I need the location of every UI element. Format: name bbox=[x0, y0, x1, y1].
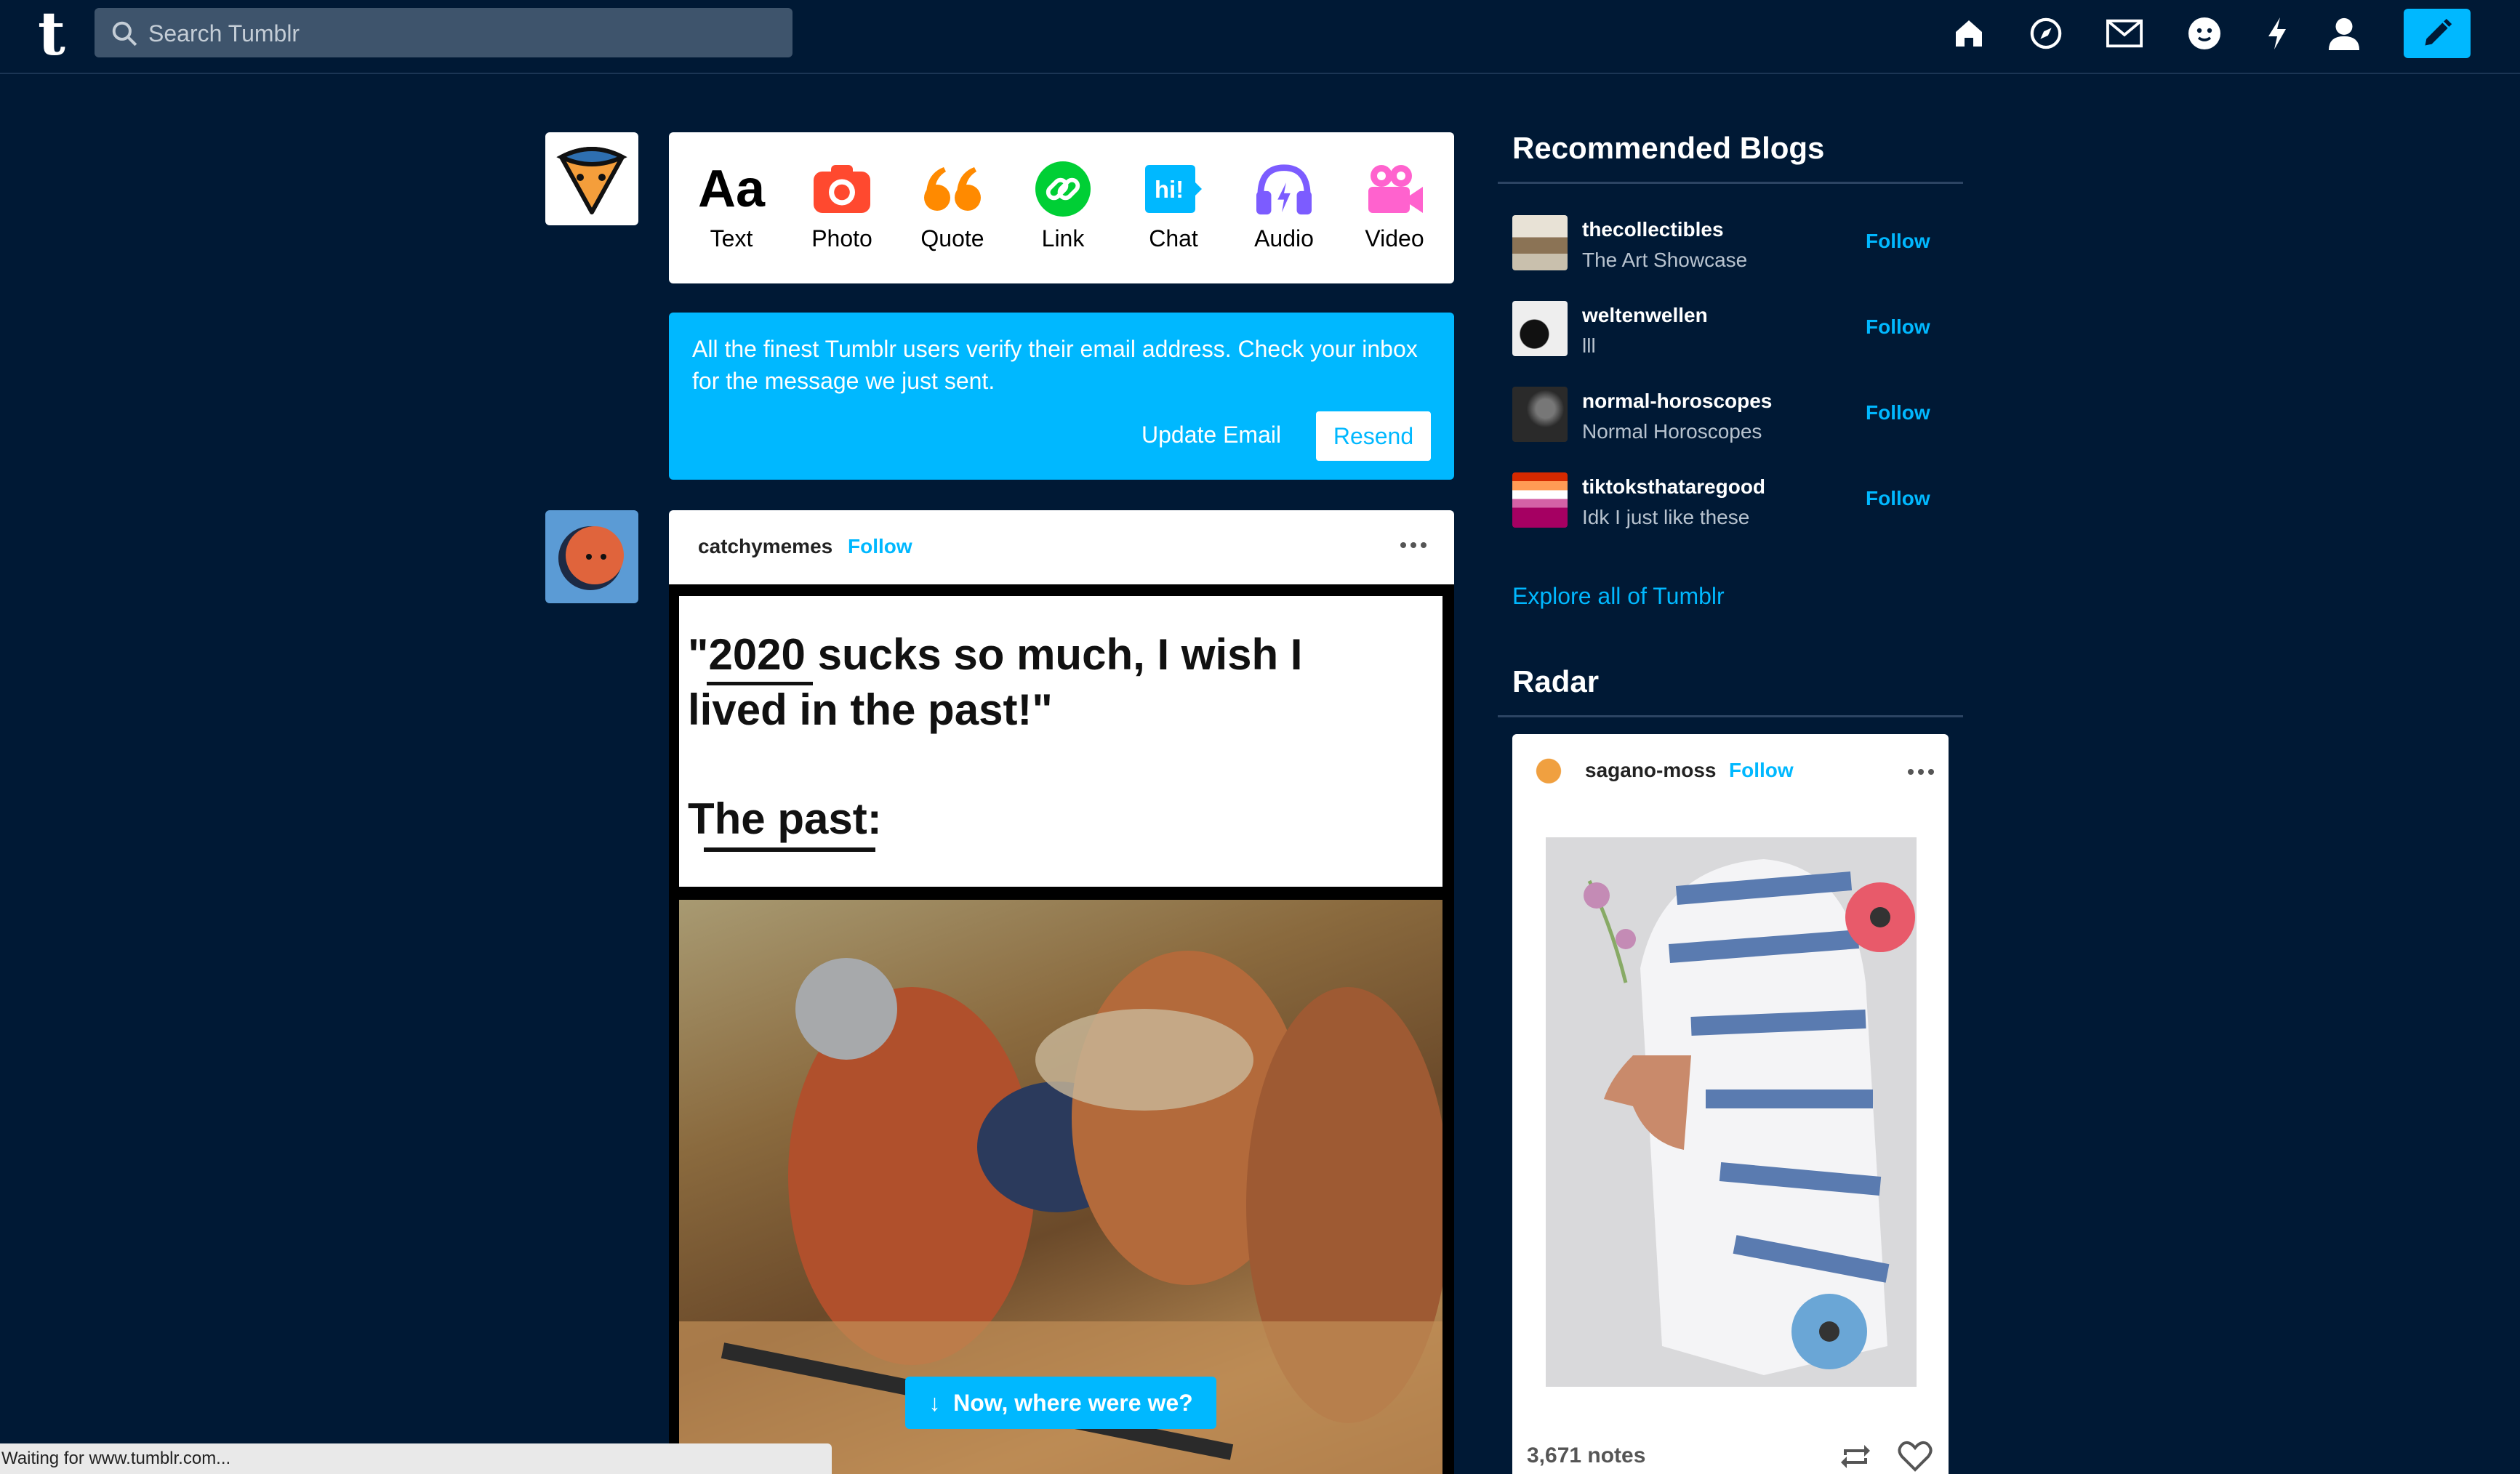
post-type-text[interactable]: Aa Text bbox=[681, 158, 782, 252]
radar-author-avatar[interactable] bbox=[1528, 749, 1569, 789]
blog-name[interactable]: weltenwellen bbox=[1582, 304, 1708, 327]
blog-name[interactable]: normal-horoscopes bbox=[1582, 390, 1772, 413]
inbox-icon[interactable] bbox=[2104, 13, 2145, 54]
video-camera-icon bbox=[1344, 158, 1445, 220]
quote-icon bbox=[902, 158, 1003, 220]
recommended-blogs-title: Recommended Blogs bbox=[1512, 131, 1825, 165]
post-author-avatar[interactable] bbox=[545, 510, 638, 603]
headphones-icon bbox=[1233, 158, 1335, 220]
post-type-link[interactable]: Link bbox=[1012, 158, 1114, 252]
post-header: catchymemes Follow bbox=[669, 510, 1454, 584]
blog-avatar bbox=[1512, 215, 1568, 270]
messaging-icon[interactable] bbox=[2184, 13, 2225, 54]
browser-status-bar: Waiting for www.tumblr.com... bbox=[0, 1443, 832, 1474]
my-blog-avatar[interactable] bbox=[545, 132, 638, 225]
meme-line-1: "2020 sucks so much, I wish I bbox=[688, 630, 1303, 679]
post-type-bar: Aa Text Photo Quote Link hi! Chat Audio bbox=[669, 132, 1454, 283]
divider bbox=[1498, 182, 1963, 184]
chat-icon: hi! bbox=[1123, 158, 1224, 220]
meme-line-3: The past: bbox=[688, 794, 882, 843]
link-icon bbox=[1012, 158, 1114, 220]
text-icon: Aa bbox=[697, 160, 766, 218]
radar-title: Radar bbox=[1512, 664, 1600, 698]
underline-the-past bbox=[704, 847, 875, 852]
reblog-icon[interactable] bbox=[1838, 1442, 1873, 1474]
update-email-button[interactable]: Update Email bbox=[1141, 413, 1281, 456]
blog-subtitle: Idk I just like these bbox=[1582, 506, 1750, 528]
post-type-quote[interactable]: Quote bbox=[902, 158, 1003, 252]
top-navigation-bar: t bbox=[0, 0, 2520, 74]
blog-name[interactable]: thecollectibles bbox=[1582, 218, 1724, 241]
explore-icon[interactable] bbox=[2026, 13, 2066, 54]
radar-artwork bbox=[1546, 837, 1917, 1387]
like-heart-icon[interactable] bbox=[1898, 1441, 1933, 1474]
svg-text:hi!: hi! bbox=[1155, 176, 1184, 203]
post-type-video[interactable]: Video bbox=[1344, 158, 1445, 252]
account-icon[interactable] bbox=[2324, 13, 2364, 54]
blog-avatar bbox=[1512, 472, 1568, 528]
underline-2020 bbox=[707, 682, 813, 685]
blog-avatar bbox=[1512, 387, 1568, 442]
follow-button[interactable]: Follow bbox=[1866, 315, 1930, 339]
meme-line-2: lived in the past!" bbox=[688, 685, 1053, 734]
radar-post: sagano-moss Follow 3,671 notes bbox=[1512, 734, 1949, 1474]
dashboard-post: catchymemes Follow "2020 sucks so much, … bbox=[669, 510, 1454, 1474]
search-input[interactable] bbox=[147, 8, 775, 59]
post-type-photo[interactable]: Photo bbox=[791, 158, 893, 252]
recommended-blog[interactable]: tiktoksthataregood Idk I just like these… bbox=[1512, 472, 1949, 533]
recommended-blog[interactable]: weltenwellen lll Follow bbox=[1512, 301, 1949, 362]
follow-button[interactable]: Follow bbox=[1866, 401, 1930, 424]
verify-email-banner: All the finest Tumblr users verify their… bbox=[669, 313, 1454, 480]
blog-name[interactable]: tiktoksthataregood bbox=[1582, 475, 1765, 499]
post-type-chat[interactable]: hi! Chat bbox=[1123, 158, 1224, 252]
home-icon[interactable] bbox=[1949, 13, 1989, 54]
blog-subtitle: Normal Horoscopes bbox=[1582, 420, 1762, 443]
follow-button[interactable]: Follow bbox=[1866, 487, 1930, 510]
post-follow-link[interactable]: Follow bbox=[848, 535, 912, 558]
radar-notes-count[interactable]: 3,671 notes bbox=[1527, 1443, 1645, 1468]
post-type-audio[interactable]: Audio bbox=[1233, 158, 1335, 252]
blog-subtitle: The Art Showcase bbox=[1582, 249, 1748, 271]
recommended-blog[interactable]: normal-horoscopes Normal Horoscopes Foll… bbox=[1512, 387, 1949, 448]
meme-caption: "2020 sucks so much, I wish I lived in t… bbox=[679, 596, 1442, 887]
blog-subtitle: lll bbox=[1582, 334, 1596, 357]
camera-icon bbox=[791, 158, 893, 220]
follow-button[interactable]: Follow bbox=[1866, 230, 1930, 253]
radar-follow-link[interactable]: Follow bbox=[1729, 759, 1794, 782]
verify-message: All the finest Tumblr users verify their… bbox=[692, 336, 1418, 394]
pencil-icon bbox=[2425, 18, 2452, 46]
activity-icon[interactable] bbox=[2257, 13, 2298, 54]
compose-button[interactable] bbox=[2404, 9, 2471, 58]
post-username[interactable]: catchymemes bbox=[698, 535, 832, 558]
divider bbox=[1498, 715, 1963, 717]
search-box[interactable] bbox=[95, 8, 792, 59]
resend-button[interactable]: Resend bbox=[1316, 411, 1431, 461]
post-more-options-icon[interactable] bbox=[1400, 542, 1426, 548]
search-icon bbox=[112, 21, 137, 47]
blog-avatar bbox=[1512, 301, 1568, 356]
post-meme-image: "2020 sucks so much, I wish I lived in t… bbox=[669, 584, 1454, 1474]
tumblr-logo[interactable]: t bbox=[38, 4, 65, 64]
radar-more-options-icon[interactable] bbox=[1908, 769, 1934, 775]
recommended-blog[interactable]: thecollectibles The Art Showcase Follow bbox=[1512, 215, 1949, 276]
explore-all-link[interactable]: Explore all of Tumblr bbox=[1512, 583, 1725, 610]
arrow-down-icon: ↓ bbox=[928, 1389, 941, 1416]
radar-username[interactable]: sagano-moss bbox=[1585, 759, 1717, 782]
back-to-position-button[interactable]: ↓ Now, where were we? bbox=[905, 1377, 1216, 1429]
